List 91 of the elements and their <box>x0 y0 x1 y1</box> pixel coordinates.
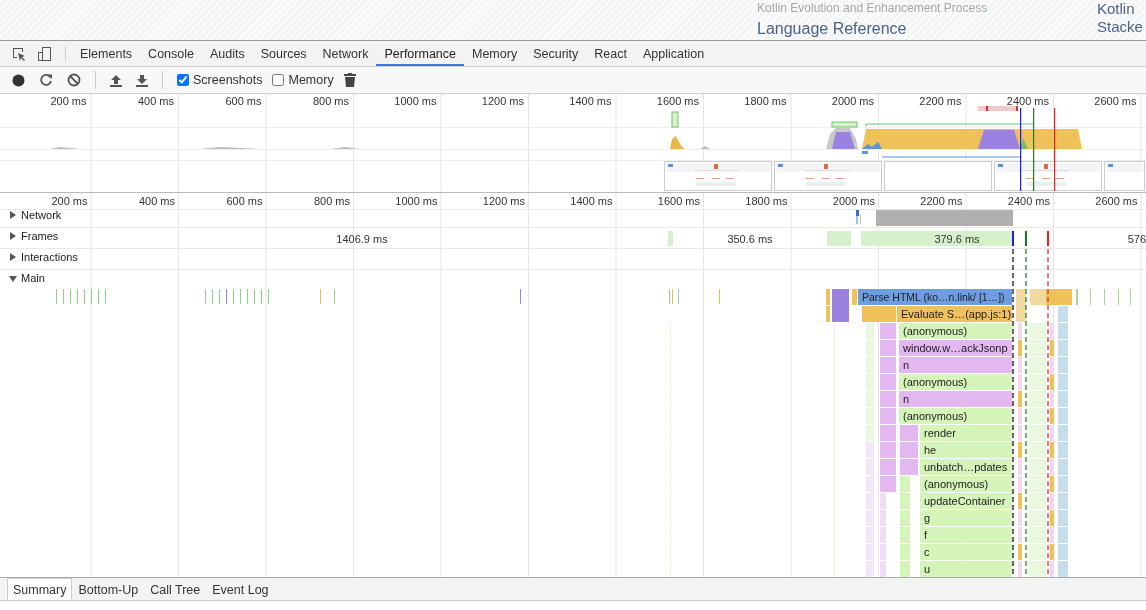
track-header[interactable]: Network <box>10 209 62 221</box>
clear-icon[interactable] <box>67 73 81 87</box>
frame-bar <box>668 231 673 246</box>
tick-label: 800 ms <box>313 195 350 207</box>
reload-icon[interactable] <box>39 73 53 87</box>
tick-label: 1400 ms <box>570 195 613 207</box>
panel-tab[interactable]: Network <box>314 43 377 66</box>
frame-duration: 1406.9 ms <box>336 233 388 245</box>
panel-tab[interactable]: Security <box>525 43 587 66</box>
frame-marker <box>1012 231 1014 246</box>
tick-label: 2000 ms <box>832 195 875 207</box>
tick-label: 400 ms <box>138 195 175 207</box>
page-link[interactable]: Language Reference <box>757 19 1087 39</box>
tick-label: 1200 ms <box>482 195 525 207</box>
panel-tab[interactable]: Elements <box>72 43 141 66</box>
frame-marker <box>1047 231 1049 246</box>
flame-chart-entry[interactable]: n <box>899 357 1012 373</box>
flame-chart-entry[interactable]: f <box>920 527 1012 543</box>
tick-label: 2600 ms <box>1095 195 1138 207</box>
checkbox-option[interactable]: Screenshots <box>177 73 263 87</box>
expand-icon[interactable] <box>10 253 16 261</box>
flame-chart-entry[interactable]: updateContainer <box>920 493 1012 509</box>
checkbox[interactable] <box>272 74 285 86</box>
task-bars-drawing <box>852 289 857 305</box>
details-tab[interactable]: Bottom-Up <box>72 578 145 600</box>
flame-chart-entry[interactable]: window.w…ackJsonp <box>899 340 1012 356</box>
tick-label: 800 ms <box>312 95 349 107</box>
tick-label: 1800 ms <box>744 95 787 107</box>
tick-label: 1600 ms <box>657 195 700 207</box>
tick-label: 1000 ms <box>395 195 438 207</box>
trash-icon[interactable] <box>343 73 356 87</box>
tick-label: 200 ms <box>51 195 88 207</box>
tick-label: 2400 ms <box>1007 195 1050 207</box>
page-link[interactable]: Kotlin <box>1097 0 1143 18</box>
flame-chart-entry[interactable]: (anonymous) <box>920 476 1012 492</box>
tick-label: 1600 ms <box>656 95 699 107</box>
flame-chart-entry[interactable]: n <box>899 391 1012 407</box>
flame-chart-entry[interactable]: Parse HTML (ko…n.link/ [1…]) <box>858 289 1012 305</box>
tick-label: 200 ms <box>50 95 87 107</box>
track-header[interactable]: Main <box>9 272 45 284</box>
tick-label: 1200 ms <box>481 95 524 107</box>
tick-label: 600 ms <box>225 95 262 107</box>
details-tab[interactable]: Summary <box>7 578 73 600</box>
flame-chart-entry[interactable]: c <box>920 544 1012 560</box>
flame-chart-entry[interactable]: u <box>920 561 1012 577</box>
flame-chart-entry[interactable]: unbatch…pdates <box>920 459 1012 475</box>
flame-chart-entry[interactable]: (anonymous) <box>899 374 1012 390</box>
panel-tab[interactable]: Audits <box>202 43 253 66</box>
collapse-icon[interactable] <box>9 276 17 282</box>
flame-chart-entry[interactable]: (anonymous) <box>899 408 1012 424</box>
flame-chart-entry[interactable]: (anonymous) <box>899 323 1012 339</box>
checkbox[interactable] <box>177 74 189 86</box>
tick-label: 1400 ms <box>569 95 612 107</box>
frame-duration: 350.6 ms <box>727 233 773 245</box>
expand-icon[interactable] <box>10 232 16 240</box>
track-header[interactable]: Interactions <box>10 251 78 263</box>
panel-tab[interactable]: Sources <box>252 43 315 66</box>
frame-marker <box>1025 231 1027 246</box>
tick-label: 1000 ms <box>394 95 437 107</box>
tick-label: 2200 ms <box>919 95 962 107</box>
device-icon[interactable] <box>37 45 53 62</box>
track-header[interactable]: Frames <box>10 230 59 242</box>
frame-duration: 379.6 ms <box>934 233 980 245</box>
tick-label: 2000 ms <box>831 95 874 107</box>
tick-label: 2400 ms <box>1006 95 1049 107</box>
flame-chart-entry[interactable]: g <box>920 510 1012 526</box>
flame-chart-entry[interactable]: Evaluate S…(app.js:1) <box>897 306 1012 322</box>
inspect-icon[interactable] <box>11 45 27 62</box>
flame-chart-entry[interactable]: he <box>920 442 1012 458</box>
expand-icon[interactable] <box>10 211 16 219</box>
tick-label: 600 ms <box>226 195 263 207</box>
panel-tab[interactable]: Memory <box>464 43 526 66</box>
page-link[interactable]: Stacke <box>1097 18 1143 36</box>
upload-icon[interactable] <box>110 73 122 87</box>
checkbox-option[interactable]: Memory <box>272 73 334 87</box>
network-request-marks <box>856 210 861 224</box>
panel-tab[interactable]: Console <box>140 43 202 66</box>
tick-label: 1800 ms <box>745 195 788 207</box>
long-task-bar <box>978 106 1018 111</box>
tick-label: 2600 ms <box>1094 95 1137 107</box>
tick-label: 2200 ms <box>920 195 963 207</box>
frame-bar <box>827 231 851 246</box>
record-icon[interactable] <box>12 73 25 87</box>
frame-duration: 576 <box>1127 233 1146 245</box>
details-tab[interactable]: Event Log <box>206 578 275 600</box>
tick-label: 400 ms <box>137 95 174 107</box>
panel-tab[interactable]: React <box>586 43 635 66</box>
download-icon[interactable] <box>136 73 148 87</box>
panel-tab[interactable]: Application <box>634 43 713 66</box>
flame-chart-entry[interactable]: render <box>920 425 1012 441</box>
details-tab[interactable]: Call Tree <box>144 578 207 600</box>
